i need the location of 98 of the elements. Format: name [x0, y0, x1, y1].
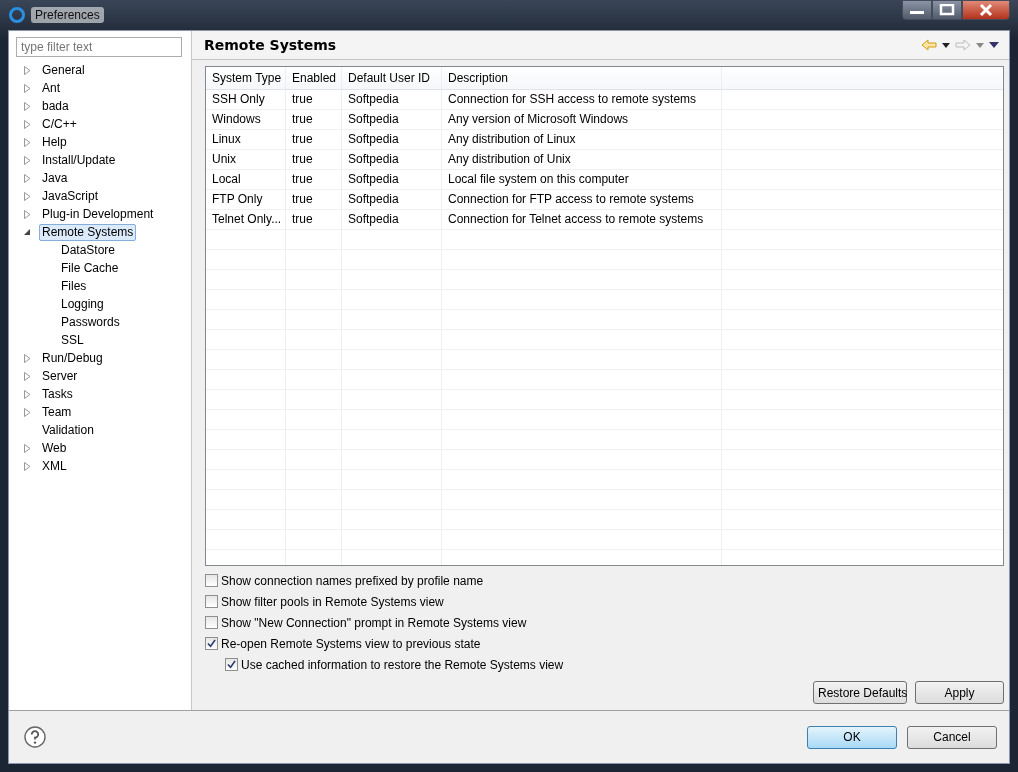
table-cell: Softpedia: [342, 170, 442, 189]
ok-button[interactable]: OK: [807, 725, 897, 749]
table-cell: Connection for SSH access to remote systems: [442, 90, 722, 109]
tree-item[interactable]: Remote Systems: [39, 223, 137, 241]
expand-arrow-icon[interactable]: [24, 155, 31, 165]
table-cell: true: [286, 210, 342, 229]
expand-arrow-icon[interactable]: [24, 209, 31, 219]
checkbox[interactable]: [205, 574, 218, 587]
table-cell: Connection for Telnet access to remote systems: [442, 210, 722, 229]
column-header[interactable]: System Type: [206, 67, 286, 89]
tree-item[interactable]: XML: [39, 457, 70, 475]
tree-item[interactable]: Java: [39, 169, 71, 187]
checkbox[interactable]: [225, 658, 238, 671]
view-menu-icon[interactable]: [989, 42, 999, 48]
tree-item[interactable]: Files: [58, 277, 90, 295]
maximize-icon: [937, 4, 957, 16]
tree-item[interactable]: C/C++: [39, 115, 80, 133]
table-cell: Any distribution of Unix: [442, 150, 722, 169]
tree-item[interactable]: bada: [39, 97, 72, 115]
cancel-button[interactable]: Cancel: [907, 725, 997, 749]
checkbox[interactable]: [205, 637, 218, 650]
dropdown-caret-icon[interactable]: [942, 42, 950, 48]
column-header[interactable]: Enabled: [286, 67, 342, 89]
table-cell: Softpedia: [342, 150, 442, 169]
table-cell: Softpedia: [342, 130, 442, 149]
expand-arrow-icon[interactable]: [24, 443, 31, 453]
tree-item[interactable]: File Cache: [58, 259, 122, 277]
tree-item[interactable]: General: [39, 61, 88, 79]
help-icon[interactable]: [24, 726, 46, 748]
checkbox[interactable]: [205, 595, 218, 608]
tree-item[interactable]: Install/Update: [39, 151, 119, 169]
checkbox[interactable]: [205, 616, 218, 629]
restore-defaults-button[interactable]: Restore Defaults: [813, 681, 907, 704]
table-cell: Telnet Only...: [206, 210, 286, 229]
expand-arrow-icon[interactable]: [24, 173, 31, 183]
table-cell: true: [286, 130, 342, 149]
table-cell: SSH Only: [206, 90, 286, 109]
expand-arrow-icon[interactable]: [24, 119, 31, 129]
table-cell: Local file system on this computer: [442, 170, 722, 189]
minimize-button[interactable]: [902, 0, 932, 20]
table-cell: Local: [206, 170, 286, 189]
expand-arrow-icon[interactable]: [24, 371, 31, 381]
table-cell: true: [286, 170, 342, 189]
expand-arrow-icon[interactable]: [24, 353, 31, 363]
expand-arrow-icon[interactable]: [24, 137, 31, 147]
table-cell: true: [286, 150, 342, 169]
expand-arrow-icon[interactable]: [24, 389, 31, 399]
expand-arrow-icon[interactable]: [24, 407, 31, 417]
table-cell: Softpedia: [342, 110, 442, 129]
tree-item[interactable]: Logging: [58, 295, 107, 313]
table-cell: Any version of Microsoft Windows: [442, 110, 722, 129]
table-cell: Softpedia: [342, 210, 442, 229]
table-cell: Linux: [206, 130, 286, 149]
table-cell: true: [286, 90, 342, 109]
column-header[interactable]: Default User ID: [342, 67, 442, 89]
table-cell: Connection for FTP access to remote systems: [442, 190, 722, 209]
table-cell: Softpedia: [342, 90, 442, 109]
checkbox-label[interactable]: Show "New Connection" prompt in Remote Systems view: [221, 615, 527, 630]
tree-item[interactable]: JavaScript: [39, 187, 102, 205]
expand-arrow-icon[interactable]: [24, 191, 31, 201]
table-cell: FTP Only: [206, 190, 286, 209]
tree-item[interactable]: DataStore: [58, 241, 119, 259]
tree-item[interactable]: Server: [39, 367, 81, 385]
app-icon: [9, 7, 25, 23]
tree-item[interactable]: Run/Debug: [39, 349, 106, 367]
tree-item[interactable]: Validation: [39, 421, 97, 439]
checkbox-label[interactable]: Show connection names prefixed by profile name: [221, 573, 484, 588]
tree-item[interactable]: Web: [39, 439, 70, 457]
page-title: Remote Systems: [204, 37, 337, 53]
apply-button[interactable]: Apply: [915, 681, 1004, 704]
forward-arrow-icon[interactable]: [955, 39, 971, 51]
column-header[interactable]: Description: [442, 67, 722, 89]
back-arrow-icon[interactable]: [921, 39, 937, 51]
tree-item[interactable]: Tasks: [39, 385, 76, 403]
expand-arrow-icon[interactable]: [24, 461, 31, 471]
table-cell: Windows: [206, 110, 286, 129]
window-title: Preferences: [31, 7, 104, 23]
close-button[interactable]: [962, 0, 1010, 20]
table-cell: Softpedia: [342, 190, 442, 209]
expand-arrow-icon[interactable]: [24, 101, 31, 111]
tree-item[interactable]: Team: [39, 403, 75, 421]
expand-arrow-icon[interactable]: [24, 83, 31, 93]
collapse-arrow-icon[interactable]: [24, 228, 31, 236]
tree-item[interactable]: Plug-in Development: [39, 205, 157, 223]
table-cell: true: [286, 190, 342, 209]
maximize-button[interactable]: [932, 0, 962, 20]
tree-item[interactable]: SSL: [58, 331, 87, 349]
checkbox-label[interactable]: Use cached information to restore the Remote Systems view: [241, 657, 564, 672]
table-cell: true: [286, 110, 342, 129]
tree-item[interactable]: Help: [39, 133, 70, 151]
expand-arrow-icon[interactable]: [24, 65, 31, 75]
table-cell: Unix: [206, 150, 286, 169]
checkbox-label[interactable]: Re-open Remote Systems view to previous state: [221, 636, 481, 651]
table-cell: Any distribution of Linux: [442, 130, 722, 149]
filter-field[interactable]: type filter text: [16, 37, 182, 57]
tree-item[interactable]: Ant: [39, 79, 63, 97]
tree-item[interactable]: Passwords: [58, 313, 123, 331]
checkbox-label[interactable]: Show filter pools in Remote Systems view: [221, 594, 444, 609]
